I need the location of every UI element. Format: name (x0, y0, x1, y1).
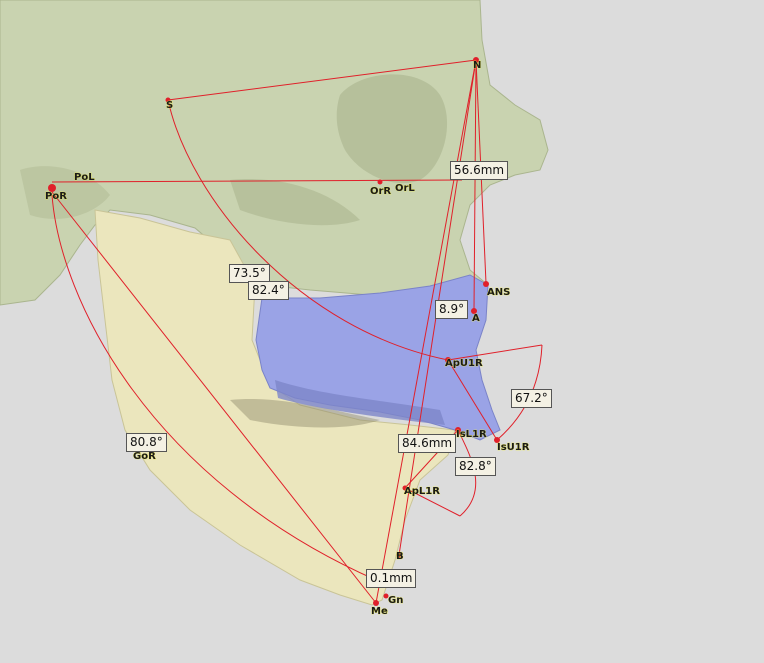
landmark-n-label: N (473, 60, 481, 71)
landmark-pol-label: PoL (74, 172, 95, 183)
landmark-a-label: A (472, 313, 480, 324)
measurement-angle-l1[interactable]: 82.8° (455, 457, 496, 476)
measurement-distance-b[interactable]: 0.1mm (366, 569, 417, 588)
landmark-b-label: B (396, 551, 404, 562)
measurement-angle-ans[interactable]: 8.9° (435, 300, 469, 319)
measurement-angle-snb[interactable]: 82.4° (248, 281, 289, 300)
landmark-s-label: S (166, 100, 173, 111)
measurement-angle-gonial[interactable]: 80.8° (126, 433, 167, 452)
landmark-gn-label: Gn (388, 595, 403, 606)
cephalometric-viewport[interactable]: N S PoL PoR OrR OrL ANS A ApU1R IsL1R Is… (0, 0, 764, 663)
landmark-orl-label: OrL (395, 183, 415, 194)
landmark-apl1r-label: ApL1R (404, 486, 440, 497)
landmark-orr-point[interactable] (377, 179, 383, 185)
measurement-distance-l1[interactable]: 84.6mm (398, 434, 457, 453)
landmark-gor-label: GoR (133, 451, 156, 462)
landmark-orr-label: OrR (370, 186, 391, 197)
landmark-por-label: PoR (45, 191, 67, 202)
landmark-isl1r-label: IsL1R (456, 429, 487, 440)
measurement-angle-u1[interactable]: 67.2° (511, 389, 552, 408)
landmark-me-label: Me (371, 606, 388, 617)
landmark-isu1r-label: IsU1R (497, 442, 530, 453)
cranium-surface (0, 0, 549, 306)
landmark-apu1r-label: ApU1R (445, 358, 483, 369)
measurement-n-distance[interactable]: 56.6mm (450, 161, 509, 180)
landmark-ans-label: ANS (487, 287, 510, 298)
skull-3d-render: N S PoL PoR OrR OrL ANS A ApU1R IsL1R Is… (0, 0, 549, 617)
